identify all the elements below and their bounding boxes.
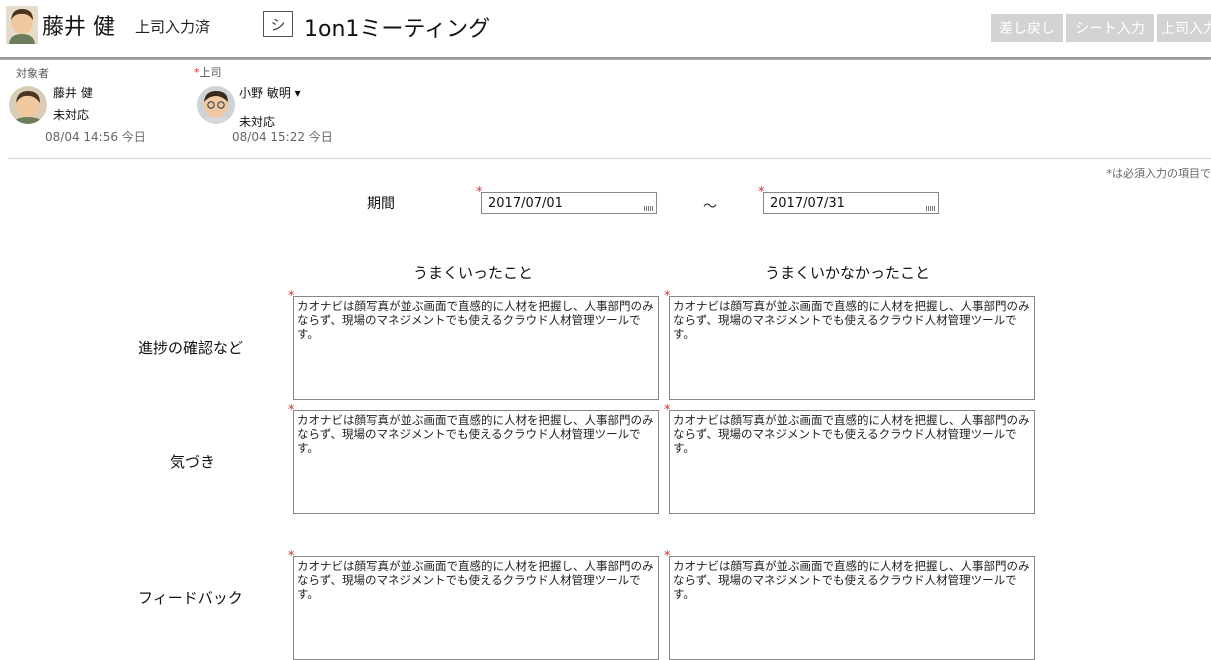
progress-went-poorly-textarea[interactable]: カオナビは顔写真が並ぶ画面で直感的に人材を把握し、人事部門のみならず、現場のマネ… xyxy=(669,296,1035,400)
calendar-icon[interactable] xyxy=(644,206,654,211)
period-separator: 〜 xyxy=(703,196,717,216)
employee-name: 藤井 健 xyxy=(42,9,115,41)
send-back-button[interactable]: 差し戻し xyxy=(991,14,1063,42)
sheet-icon: シ xyxy=(263,11,293,37)
calendar-icon[interactable] xyxy=(926,206,936,211)
header-divider xyxy=(0,57,1211,60)
feedback-went-well-textarea[interactable]: カオナビは顔写真が並ぶ画面で直感的に人材を把握し、人事部門のみならず、現場のマネ… xyxy=(293,556,659,660)
period-end-input[interactable]: 2017/07/31 xyxy=(763,192,939,214)
supervisor-name-dropdown[interactable]: 小野 敏明 ▾ xyxy=(239,84,301,101)
target-person-timestamp: 08/04 14:56 今日 xyxy=(45,128,146,145)
supervisor-label-row: *上司 xyxy=(194,64,222,80)
column-header-went-poorly: うまくいかなかったこと xyxy=(765,262,930,283)
employee-photo xyxy=(6,6,38,44)
sheet-status: 上司入力済 xyxy=(135,16,210,37)
target-person-name: 藤井 健 xyxy=(53,84,93,101)
insights-went-well-textarea[interactable]: カオナビは顔写真が並ぶ画面で直感的に人材を把握し、人事部門のみならず、現場のマネ… xyxy=(293,410,659,514)
sheet-input-button[interactable]: シート入力 xyxy=(1066,14,1154,42)
required-note: *は必須入力の項目で xyxy=(1107,165,1211,181)
feedback-went-poorly-textarea[interactable]: カオナビは顔写真が並ぶ画面で直感的に人材を把握し、人事部門のみならず、現場のマネ… xyxy=(669,556,1035,660)
supervisor-timestamp: 08/04 15:22 今日 xyxy=(232,128,333,145)
period-label: 期間 xyxy=(367,193,395,213)
period-start-value: 2017/07/01 xyxy=(488,196,563,211)
column-header-went-well: うまくいったこと xyxy=(413,262,533,283)
period-start-input[interactable]: 2017/07/01 xyxy=(481,192,657,214)
supervisor-label: 上司 xyxy=(200,66,222,79)
supervisor-input-button[interactable]: 上司入力 xyxy=(1157,14,1211,42)
target-person-label: 対象者 xyxy=(16,65,49,81)
target-person-avatar[interactable] xyxy=(9,86,47,124)
row-label-feedback: フィードバック xyxy=(138,587,243,608)
progress-went-well-textarea[interactable]: カオナビは顔写真が並ぶ画面で直感的に人材を把握し、人事部門のみならず、現場のマネ… xyxy=(293,296,659,400)
target-person-status: 未対応 xyxy=(53,106,89,123)
row-label-progress: 進捗の確認など xyxy=(138,337,243,358)
insights-went-poorly-textarea[interactable]: カオナビは顔写真が並ぶ画面で直感的に人材を把握し、人事部門のみならず、現場のマネ… xyxy=(669,410,1035,514)
period-end-value: 2017/07/31 xyxy=(770,196,845,211)
sheet-title: 1on1ミーティング xyxy=(304,11,490,43)
row-label-insights: 気づき xyxy=(170,451,215,472)
supervisor-avatar[interactable] xyxy=(197,86,235,124)
section-divider xyxy=(8,158,1211,159)
